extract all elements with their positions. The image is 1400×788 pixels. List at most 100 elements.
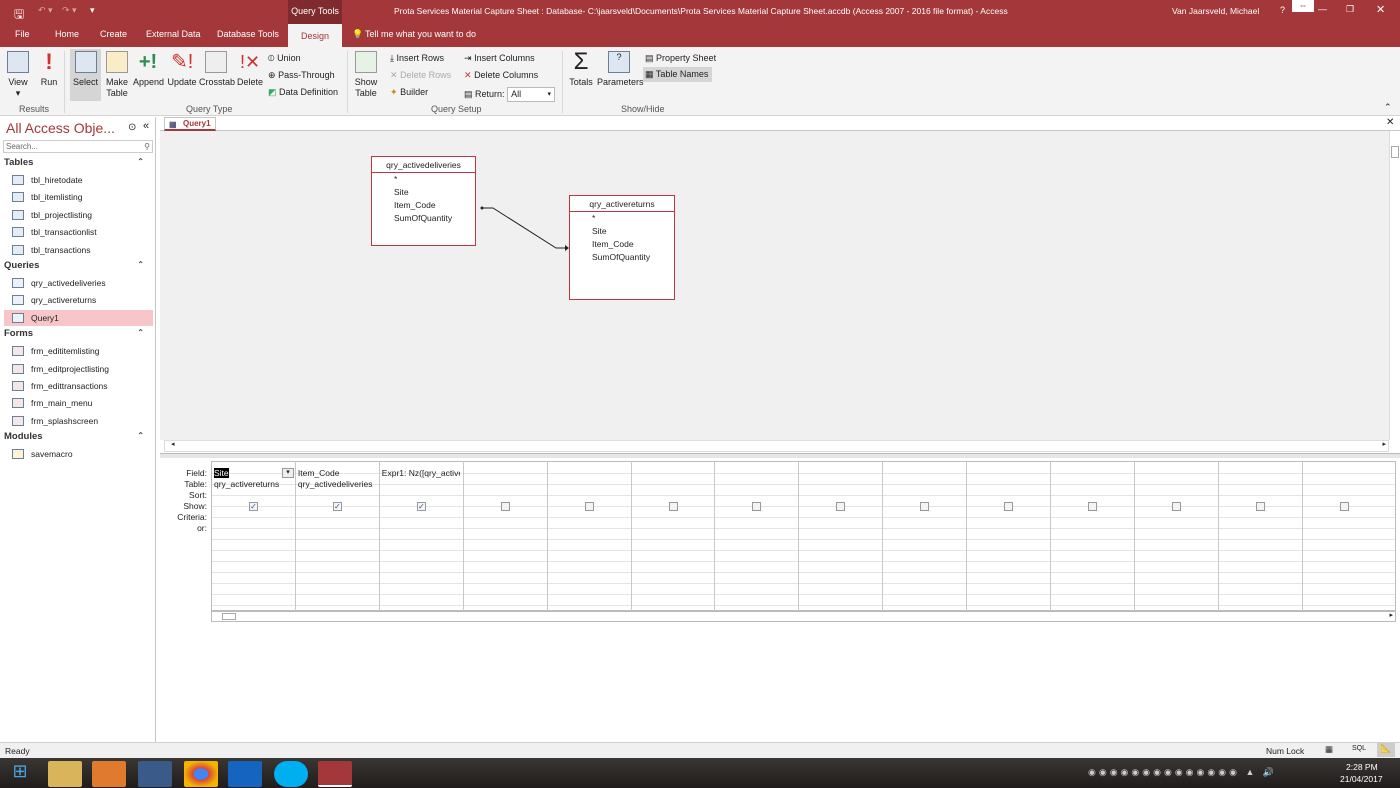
nav-item[interactable]: savemacro bbox=[4, 446, 153, 462]
data-definition-button[interactable]: ◩ Data Definition bbox=[268, 87, 338, 98]
sql-view-button[interactable]: SQL bbox=[1352, 745, 1366, 752]
datasheet-view-button[interactable]: ▦ bbox=[1325, 744, 1333, 755]
clock-date[interactable]: 21/04/2017 bbox=[1340, 774, 1383, 784]
insert-rows-button[interactable]: ⤓ Insert Rows bbox=[390, 53, 444, 64]
nav-item[interactable]: Query1 bbox=[4, 309, 153, 326]
totals-button[interactable]: Σ Totals bbox=[566, 50, 596, 88]
nav-item[interactable]: frm_edittransactions bbox=[4, 378, 153, 394]
show-checkbox[interactable] bbox=[1339, 502, 1349, 511]
show-checkbox[interactable] bbox=[1255, 502, 1265, 511]
file-explorer-icon[interactable] bbox=[48, 761, 82, 787]
show-checkbox[interactable]: ✓ bbox=[416, 502, 426, 511]
tab-file[interactable]: File bbox=[15, 29, 30, 39]
show-checkbox[interactable] bbox=[1171, 502, 1181, 511]
tab-external-data[interactable]: External Data bbox=[146, 29, 201, 39]
access-icon[interactable] bbox=[318, 761, 352, 787]
view-button[interactable]: View ▾ bbox=[4, 51, 32, 99]
select-button[interactable]: Select bbox=[70, 49, 101, 101]
nav-item[interactable]: frm_edititemlisting bbox=[4, 343, 153, 359]
pass-through-button[interactable]: ⊕ Pass-Through bbox=[268, 70, 335, 81]
table-names-button[interactable]: ▦ Table Names bbox=[643, 67, 713, 82]
tab-home[interactable]: Home bbox=[55, 29, 79, 39]
ribbon-display-icon[interactable]: ⇔ bbox=[1292, 0, 1314, 12]
run-button[interactable]: ! Run bbox=[36, 51, 62, 88]
nav-menu-icon[interactable]: ⊙ bbox=[128, 122, 136, 133]
builder-button[interactable]: ✦ Builder bbox=[390, 87, 428, 98]
show-checkbox[interactable] bbox=[584, 502, 594, 511]
show-checkbox[interactable] bbox=[500, 502, 510, 511]
delete-rows-button[interactable]: ✕ Delete Rows bbox=[390, 70, 451, 81]
tab-create[interactable]: Create bbox=[100, 29, 127, 39]
nav-item[interactable]: qry_activereturns bbox=[4, 292, 153, 308]
delete-button[interactable]: !✕ Delete bbox=[236, 51, 264, 88]
outlook-icon[interactable] bbox=[228, 761, 262, 787]
system-tray-icons[interactable]: ◉◉◉◉◉◉◉◉◉◉◉◉◉◉ ▲ 🔊 bbox=[1088, 767, 1277, 778]
media-player-icon[interactable] bbox=[92, 761, 126, 787]
tab-query1[interactable]: ▦ Query1 bbox=[164, 117, 216, 131]
nav-item[interactable]: frm_editprojectlisting bbox=[4, 361, 153, 377]
nav-item[interactable]: tbl_itemlisting bbox=[4, 189, 153, 205]
grid-horizontal-scrollbar[interactable]: ▸ bbox=[211, 611, 1396, 622]
property-sheet-button[interactable]: ▤ Property Sheet bbox=[645, 53, 716, 64]
undo-icon[interactable]: ↶ ▾ bbox=[38, 5, 53, 16]
show-checkbox[interactable]: ✓ bbox=[332, 502, 342, 511]
help-button[interactable]: ? bbox=[1280, 5, 1285, 15]
show-table-button[interactable]: Show Table bbox=[352, 51, 380, 99]
vertical-scrollbar[interactable] bbox=[1389, 131, 1400, 440]
tab-database-tools[interactable]: Database Tools bbox=[217, 29, 279, 39]
nav-group-forms[interactable]: Forms ⌃ bbox=[4, 328, 152, 339]
nav-group-tables[interactable]: Tables ⌃ bbox=[4, 157, 152, 168]
nav-title[interactable]: All Access Obje... bbox=[6, 120, 115, 136]
show-checkbox[interactable] bbox=[920, 502, 930, 511]
shutter-bar-icon[interactable]: « bbox=[143, 120, 149, 132]
join-line[interactable] bbox=[160, 131, 760, 331]
nav-item[interactable]: tbl_projectlisting bbox=[4, 207, 153, 223]
tab-design[interactable]: Design bbox=[288, 24, 342, 47]
crosstab-button[interactable]: Crosstab bbox=[199, 51, 235, 88]
save-icon[interactable]: 🖫 bbox=[14, 5, 24, 26]
make-table-button[interactable]: Make Table bbox=[103, 51, 131, 99]
parameters-button[interactable]: ? Parameters bbox=[597, 51, 644, 88]
close-button[interactable]: ✕ bbox=[1376, 3, 1385, 16]
nav-item[interactable]: tbl_transactionlist bbox=[4, 224, 153, 240]
show-checkbox[interactable] bbox=[1088, 502, 1097, 511]
nav-item[interactable]: frm_splashscreen bbox=[4, 413, 153, 429]
nav-item[interactable]: qry_activedeliveries bbox=[4, 275, 153, 291]
customize-qat-icon[interactable]: ▾ bbox=[90, 5, 95, 16]
table-cell[interactable]: qry_activereturns bbox=[214, 479, 292, 489]
show-checkbox[interactable] bbox=[1004, 502, 1014, 511]
collapse-ribbon-icon[interactable]: ⌃ bbox=[1384, 102, 1392, 113]
field-dropdown-button[interactable]: ▾ bbox=[282, 468, 294, 478]
nav-group-modules[interactable]: Modules ⌃ bbox=[4, 431, 152, 442]
show-checkbox[interactable] bbox=[752, 502, 762, 511]
nav-item[interactable]: tbl_transactions bbox=[4, 242, 153, 258]
field-cell[interactable]: Expr1: Nz([qry_actived bbox=[382, 468, 460, 478]
minimize-button[interactable]: — bbox=[1318, 4, 1327, 14]
maximize-button[interactable]: ❐ bbox=[1346, 4, 1354, 15]
design-view-button[interactable]: 📐 bbox=[1377, 743, 1395, 757]
clock-time[interactable]: 2:28 PM bbox=[1346, 762, 1378, 772]
horizontal-scrollbar[interactable]: ◂ ▸ bbox=[164, 440, 1389, 452]
update-button[interactable]: ✎! Update bbox=[166, 51, 198, 88]
tell-me-input[interactable]: Tell me what you want to do bbox=[365, 29, 476, 39]
chrome-icon[interactable] bbox=[184, 761, 218, 787]
show-checkbox[interactable] bbox=[668, 502, 678, 511]
return-dropdown[interactable]: All ▾ bbox=[507, 87, 556, 102]
start-button[interactable]: ⊞ bbox=[2, 761, 38, 787]
show-checkbox[interactable]: ✓ bbox=[249, 502, 258, 511]
delete-columns-button[interactable]: ✕ Delete Columns bbox=[464, 70, 538, 81]
nav-group-queries[interactable]: Queries ⌃ bbox=[4, 260, 152, 271]
pane-splitter[interactable] bbox=[160, 453, 1400, 458]
append-button[interactable]: +! Append bbox=[133, 51, 164, 88]
close-document-icon[interactable]: ✕ bbox=[1386, 117, 1394, 128]
user-name[interactable]: Van Jaarsveld, Michael bbox=[1172, 6, 1259, 16]
redo-icon[interactable]: ↷ ▾ bbox=[62, 5, 77, 16]
nav-item[interactable]: frm_main_menu bbox=[4, 395, 153, 411]
nav-item[interactable]: tbl_hiretodate bbox=[4, 172, 153, 188]
search-input[interactable]: Search... ⚲ bbox=[3, 140, 153, 153]
skype-icon[interactable] bbox=[274, 761, 308, 787]
field-cell[interactable]: Site bbox=[214, 468, 292, 478]
field-cell[interactable]: Item_Code bbox=[298, 468, 376, 478]
union-button[interactable]: ⦶ Union bbox=[268, 53, 301, 64]
show-checkbox[interactable] bbox=[836, 502, 846, 511]
